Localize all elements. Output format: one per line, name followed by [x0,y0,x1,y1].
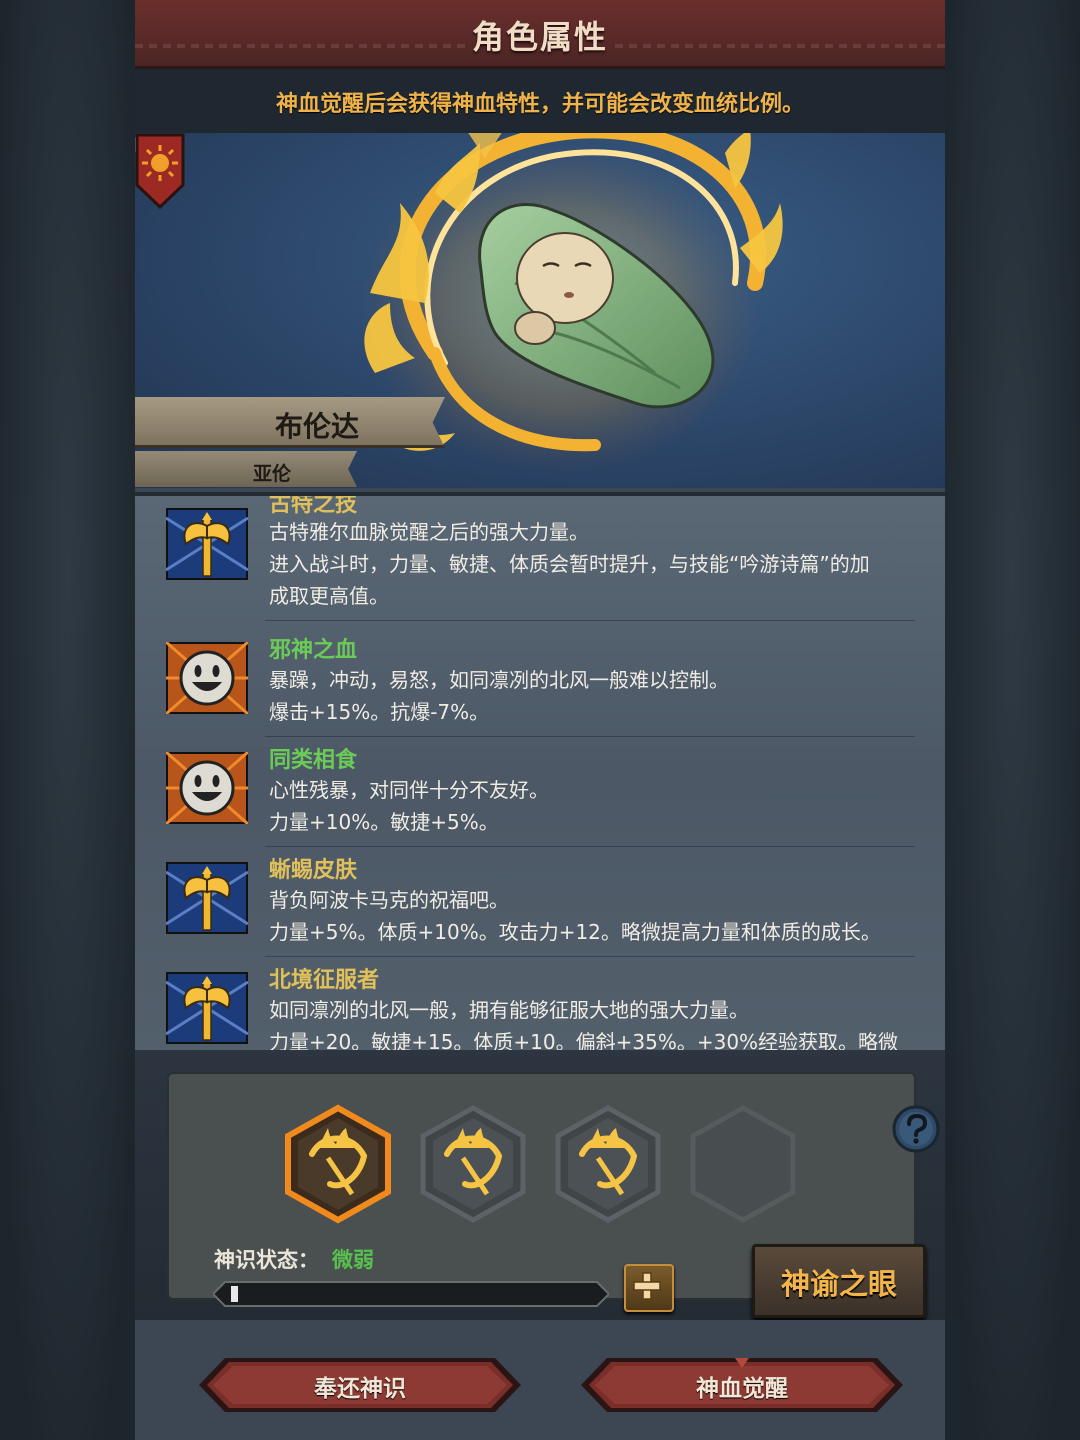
trait-description: 暴躁，冲动，易怒，如同凛冽的北风一般难以控制。 [269,668,729,692]
trait-description: 如同凛冽的北风一般，拥有能够征服大地的强大力量。 [269,998,749,1022]
oracle-eye-button[interactable]: 神谕之眼 [752,1244,926,1318]
awakening-panel: 神识状态： 微弱 神谕之眼 [135,1050,945,1320]
empty-slot[interactable] [687,1104,799,1224]
divine-sense-progress-bar [213,1281,609,1307]
character-name: 布伦达 [275,410,360,443]
axe-icon [166,972,248,1044]
divine-sense-status-label: 神识状态： [214,1248,319,1272]
bottom-actions: 奉还神识 神血觉醒 [135,1320,945,1440]
return-divine-sense-label: 奉还神识 [314,1376,406,1402]
axe-icon [166,508,248,580]
trait-name: 北境征服者 [269,968,380,993]
trait-description: 力量+10%。敏捷+5%。 [269,810,499,834]
flame-trident-icon[interactable] [417,1104,529,1224]
family-plate [135,451,357,487]
trait-list[interactable]: 古特之技 古特雅尔血脉觉醒之后的强大力量。 进入战斗时，力量、敏捷、体质会暂时提… [135,492,945,1054]
help-icon[interactable] [891,1104,941,1154]
flame-trident-icon[interactable] [552,1104,664,1224]
flame-trident-icon[interactable] [282,1104,394,1224]
notice-bar: 神血觉醒后会获得神血特性，并可能会改变血统比例。 [135,69,945,133]
trait-description: 心性残暴，对同伴十分不友好。 [269,778,549,802]
character-family: 亚伦 [253,463,292,485]
axe-icon [166,862,248,934]
add-divine-sense-button[interactable] [624,1264,674,1312]
trait-description: 爆击+15%。抗爆-7%。 [269,700,490,724]
sun-banner-icon [135,133,185,209]
divine-blood-awaken-label: 神血觉醒 [696,1376,788,1402]
trait-description: 力量+5%。体质+10%。攻击力+12。略微提高力量和体质的成长。 [269,920,881,944]
left-background [0,0,135,1440]
divine-sense-status-value: 微弱 [332,1248,374,1272]
trait-name: 蜥蜴皮肤 [269,858,358,883]
notice-text: 神血觉醒后会获得神血特性，并可能会改变血统比例。 [275,92,804,117]
trait-description: 成取更高值。 [269,584,389,608]
trait-description: 古特雅尔血脉觉醒之后的强大力量。 [269,520,589,544]
divine-blood-awaken-button[interactable]: 神血觉醒 [581,1356,903,1414]
header-bar: 角色属性 [135,0,945,69]
trait-name: 同类相食 [269,748,358,773]
smiley-icon [166,752,248,824]
smiley-icon [166,642,248,714]
character-attributes-panel: 角色属性 神血觉醒后会获得神血特性，并可能会改变血统比例。 布伦达 亚伦 古特之… [135,0,945,1440]
awakening-frame: 神识状态： 微弱 神谕之眼 [167,1072,940,1318]
return-divine-sense-button[interactable]: 奉还神识 [199,1356,521,1414]
trait-name: 邪神之血 [269,638,358,663]
oracle-eye-label: 神谕之眼 [780,1267,897,1301]
page-title: 角色属性 [471,18,608,56]
plus-icon [633,1272,661,1300]
trait-name: 古特之技 [269,492,358,517]
trait-description: 进入战斗时，力量、敏捷、体质会暂时提升，与技能“吟游诗篇”的加 [269,552,870,576]
right-background [945,0,1080,1440]
trait-description: 背负阿波卡马克的祝福吧。 [269,888,509,912]
character-portrait: 布伦达 亚伦 [135,133,945,488]
